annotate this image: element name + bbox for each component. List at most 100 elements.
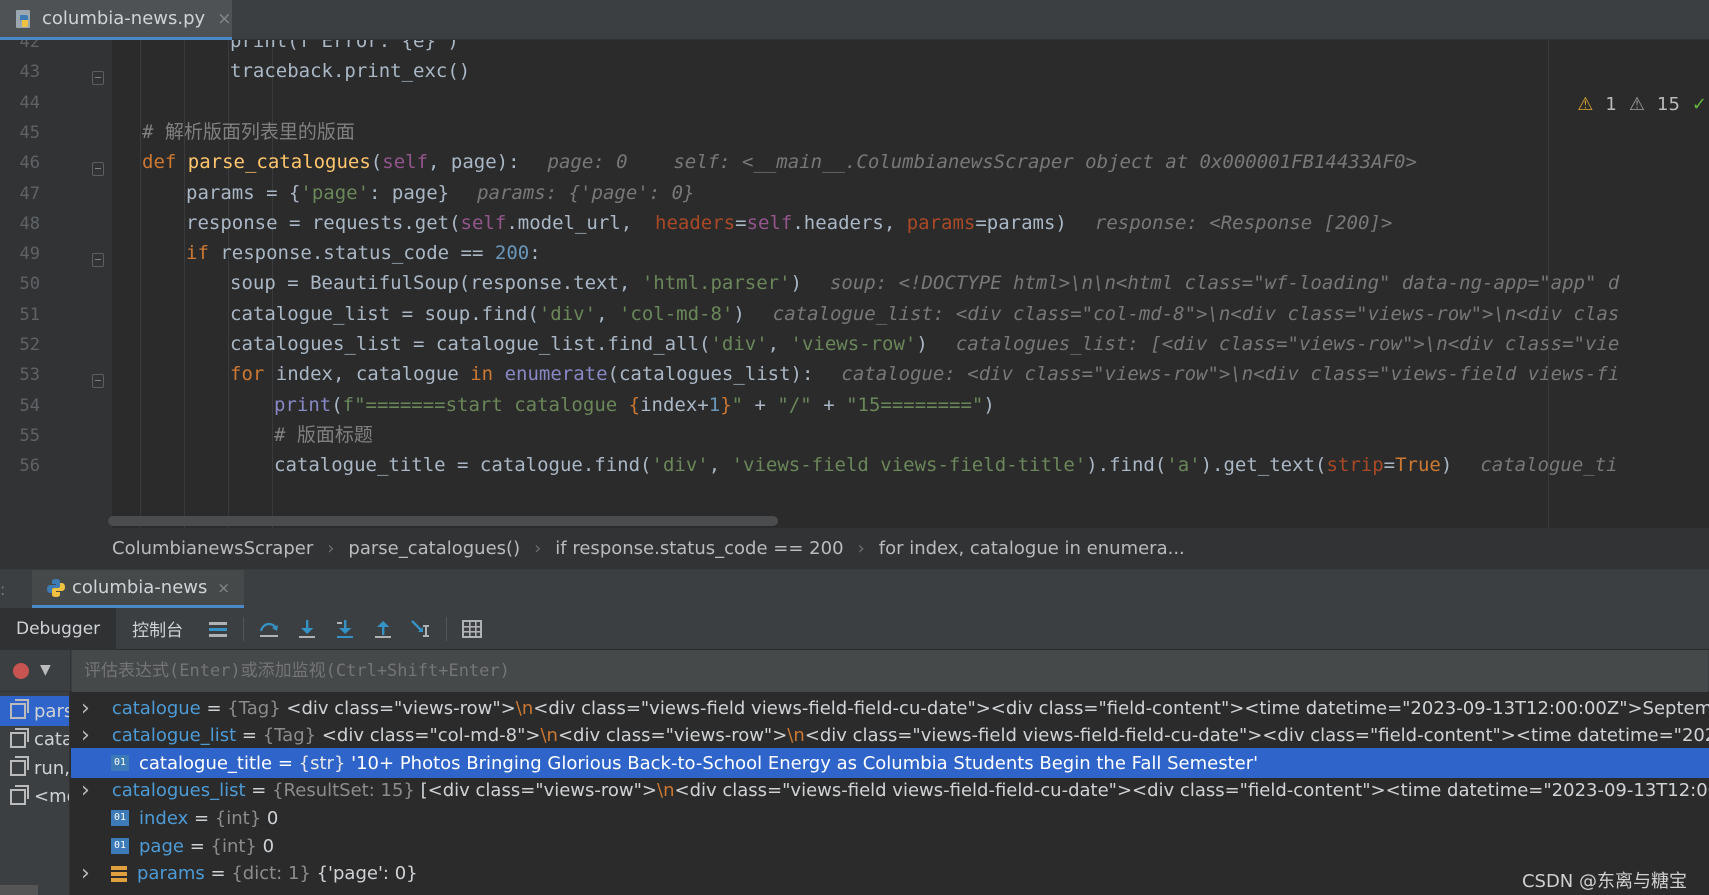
frames-scrollbar[interactable] — [0, 885, 38, 895]
breadcrumb-item[interactable]: for index, catalogue in enumera... — [879, 538, 1185, 559]
line-number: 43 — [19, 62, 40, 83]
evaluate-bar: ▼ — [0, 650, 1709, 692]
python-file-icon — [16, 9, 30, 28]
code-token: ) — [790, 272, 802, 295]
close-icon[interactable]: × — [217, 9, 231, 29]
variable-value: \n — [515, 697, 534, 719]
code-token: : page} — [369, 181, 450, 204]
close-icon[interactable]: × — [217, 579, 230, 597]
show-execution-point-icon[interactable] — [206, 617, 230, 641]
code-editor[interactable]: 42 43 44 45 46 47 48 49 50 51 52 53 54 55 56 print(f'E… — [0, 40, 1709, 528]
weak-warning-count: 15 — [1657, 93, 1680, 115]
code-area[interactable]: print(f'Error: {e}') traceback.print_exc(… — [112, 40, 1709, 528]
code-token: + — [743, 393, 778, 416]
stack-frame[interactable]: <mo — [0, 782, 69, 812]
code-token: response.status_code == — [220, 242, 495, 265]
fold-marker-icon[interactable] — [92, 162, 104, 177]
step-out-icon[interactable] — [371, 617, 395, 641]
step-into-icon[interactable] — [295, 617, 319, 641]
variables-panel: › catalogue = {Tag} <div class="views-row… — [71, 692, 1709, 895]
stack-frame[interactable]: pars — [0, 696, 69, 726]
chevron-right-icon[interactable]: › — [81, 861, 99, 886]
code-token: self — [460, 211, 507, 234]
code-token: response = requests.get( — [186, 211, 461, 234]
variable-name: page — [139, 835, 184, 857]
fold-marker-icon[interactable] — [92, 374, 104, 389]
editor-tab[interactable]: columbia-news.py × — [0, 0, 232, 40]
variable-row[interactable]: 01 page = {int} 0 — [71, 831, 1709, 861]
inspection-widget[interactable]: ⚠ 1 ⚠ 15 ✓ — [1549, 90, 1709, 118]
frame-icon — [10, 727, 29, 748]
variable-row[interactable]: 01 index = {int} 0 — [71, 803, 1709, 833]
stack-frame[interactable]: run, — [0, 753, 70, 783]
variable-type: {Tag} — [262, 725, 317, 747]
variable-row[interactable]: 01 catalogue_title = {str} '10+ Photos Br… — [71, 748, 1709, 779]
force-step-into-icon[interactable] — [333, 617, 357, 641]
variable-value: 0 — [262, 835, 275, 857]
chevron-right-icon[interactable]: › — [81, 723, 90, 748]
tab-console[interactable]: 控制台 — [116, 608, 199, 650]
chevron-right-icon[interactable]: › — [81, 696, 90, 721]
code-token: ( — [331, 393, 343, 416]
tab-debugger[interactable]: Debugger — [0, 607, 117, 650]
code-token: 200 — [494, 242, 530, 265]
variable-value: [<div class="views-row"> — [420, 780, 657, 802]
code-token: ( — [370, 151, 383, 174]
breakpoint-icon[interactable] — [13, 663, 29, 679]
inline-debug-value: params: {'page': 0} — [477, 181, 695, 204]
check-icon: ✓ — [1691, 93, 1707, 115]
code-token: parse_catalogues — [187, 151, 371, 174]
primitive-icon: 01 — [111, 810, 129, 827]
breadcrumb-item[interactable]: parse_catalogues() — [348, 538, 520, 559]
chevron-right-icon[interactable]: › — [81, 778, 90, 803]
variable-type: {dict: 1} — [231, 863, 311, 885]
variable-row[interactable]: › catalogues_list = {ResultSet: 15} [<div… — [71, 776, 1709, 806]
code-token: self — [746, 211, 793, 234]
step-over-icon[interactable] — [257, 617, 281, 641]
horizontal-scrollbar[interactable] — [108, 516, 778, 526]
run-to-cursor-icon[interactable] — [409, 617, 433, 641]
code-token: catalogue_title = catalogue.find( — [274, 454, 652, 477]
variable-value: 0 — [266, 807, 279, 829]
code-token: 1 — [708, 393, 721, 416]
variable-row[interactable]: › catalogue = {Tag} <div class="views-row… — [71, 693, 1709, 723]
chevron-down-icon[interactable]: ▼ — [40, 662, 51, 678]
code-token: # 版面标题 — [274, 423, 373, 446]
code-line: params = {'page': page} params: {'page': … — [186, 177, 694, 210]
evaluate-expression-input[interactable] — [72, 650, 1708, 692]
evaluate-icon[interactable] — [460, 617, 484, 641]
variable-name: catalogue_title — [139, 752, 273, 774]
code-token: soup = BeautifulSoup(response.text, — [230, 272, 642, 295]
frame-icon — [10, 784, 29, 805]
variable-value: <div class="col-md-8"> — [321, 725, 541, 747]
equals-sign: = — [204, 863, 232, 885]
code-token: index, catalogue — [275, 363, 471, 386]
frame-icon — [10, 756, 29, 776]
code-token: { — [628, 393, 641, 416]
code-token: + — [811, 393, 847, 416]
variable-row[interactable]: › params = {dict: 1} {'page': 0} — [71, 859, 1709, 889]
breadcrumb-item[interactable]: ColumbianewsScraper — [112, 538, 313, 559]
line-number: 51 — [19, 304, 40, 325]
code-line: soup = BeautifulSoup(response.text, 'htm… — [230, 267, 1619, 300]
fold-marker-icon[interactable] — [92, 71, 104, 86]
line-number: 44 — [19, 92, 40, 113]
stack-frame[interactable]: cata — [0, 725, 69, 755]
line-number: 42 — [19, 40, 40, 52]
code-line: response = requests.get(self.model_url, … — [186, 207, 1392, 240]
line-number: 53 — [19, 365, 40, 386]
breadcrumb-item[interactable]: if response.status_code == 200 — [555, 538, 843, 559]
fold-marker-icon[interactable] — [92, 253, 104, 268]
stack-frame-label: run, — [34, 757, 70, 779]
code-token: index+ — [640, 393, 709, 416]
variable-row[interactable]: › catalogue_list = {Tag} <div class="col-… — [71, 721, 1709, 751]
editor-tab-bar: columbia-news.py × — [0, 0, 1709, 40]
debug-session-tab[interactable]: columbia-news × — [32, 570, 244, 608]
variable-value: \n — [787, 725, 805, 747]
code-line: catalogues_list = catalogue_list.find_al… — [230, 328, 1619, 361]
code-token: params — [906, 211, 976, 234]
inline-debug-value: catalogue_list: <div class="col-md-8">\n… — [772, 302, 1620, 325]
variable-value: <div class="views-field views-field-fiel… — [804, 725, 1709, 747]
more-icon[interactable]: : — [0, 580, 20, 599]
code-line: # 版面标题 — [274, 419, 373, 452]
